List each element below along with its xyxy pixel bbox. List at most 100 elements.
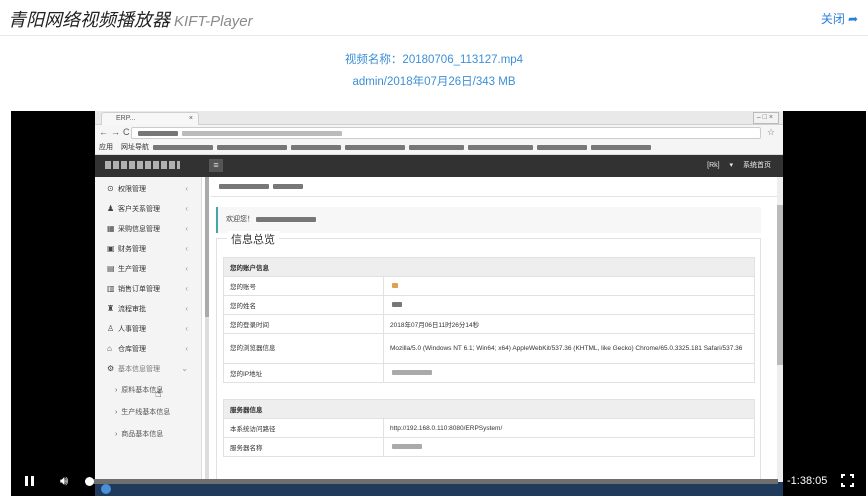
table-row: 您的浏览器信息 Mozilla/5.0 (Windows NT 6.1; Win6… — [223, 333, 755, 364]
progress-bar[interactable] — [89, 479, 778, 484]
star-icon: ☆ — [766, 127, 775, 137]
sidebar-item: ⌂ 仓库管理 ‹ — [95, 339, 202, 359]
sidebar-scrollbar — [205, 177, 209, 496]
browser-tab-label: ERP... — [116, 115, 136, 122]
chevron-left-icon: ‹ — [185, 224, 188, 233]
table-row: 本系统访问路径 http://192.168.0.110:8080/ERPSyst… — [223, 418, 755, 438]
table-row: 您的IP地址 — [223, 363, 755, 383]
breadcrumb — [211, 177, 781, 197]
sidebar-item-label: 采购信息管理 — [117, 226, 160, 233]
sidebar-item: ⚙ 基本信息管理 ⌄ — [95, 359, 202, 379]
bookmarks-bar: 应用 网址导航 — [95, 141, 783, 155]
browser-tab: ERP... × — [101, 112, 199, 125]
cell-value — [383, 437, 755, 457]
chevron-down-icon: ⌄ — [181, 364, 188, 373]
sidebar-item: ♙ 人事管理 ‹ — [95, 319, 202, 339]
sidebar-scroll-thumb — [205, 177, 209, 317]
page-scrollbar — [777, 177, 783, 496]
window-controls: –□× — [752, 112, 779, 124]
share-arrow-icon: ➦ — [847, 12, 858, 26]
chevron-left-icon: ‹ — [185, 204, 188, 213]
cell-key: 您的姓名 — [223, 295, 384, 315]
video-details: admin/2018年07月26日/343 MB — [352, 76, 516, 88]
table-row: 您的账号 — [223, 276, 755, 296]
flow-icon: ♜ — [107, 304, 115, 313]
video-player[interactable]: ERP... × –□× ←→C ☆ 应用 网址导航 ≡ [Rk] ▾ 系统首页 … — [11, 111, 866, 496]
sidebar-item-label: 权限管理 — [117, 186, 146, 193]
bookmark-nav: 网址导航 — [120, 144, 149, 151]
cell-key: 本系统访问路径 — [223, 418, 384, 438]
menu-toggle-icon: ≡ — [209, 159, 223, 172]
cell-key: 您的登录时间 — [223, 314, 384, 334]
chevron-left-icon: ‹ — [185, 324, 188, 333]
sidebar-item: ♟ 客户关系管理 ‹ — [95, 199, 202, 219]
cell-value: 2018年07月06日11时26分14秒 — [383, 314, 755, 334]
title-main: 青阳网络视频播放器 — [8, 10, 170, 30]
sidebar-item: ▤ 生产管理 ‹ — [95, 259, 202, 279]
browser-nav-icons: ←→C — [99, 127, 133, 137]
title-sub: KIFT-Player — [174, 13, 253, 30]
fullscreen-icon[interactable] — [841, 474, 854, 487]
table-header-row: 您的账户信息 — [223, 257, 755, 277]
cell-key: 您的IP地址 — [223, 363, 384, 383]
overview-section: 信息总览 您的账户信息 您的账号 您的姓名 您的登录时间 2018年07月06日1… — [216, 231, 761, 496]
gear-icon: ⚙ — [107, 364, 115, 373]
chevron-left-icon: ‹ — [185, 244, 188, 253]
warehouse-icon: ⌂ — [107, 344, 112, 353]
server-header: 服务器信息 — [223, 399, 755, 419]
chevron-left-icon: ‹ — [185, 184, 188, 193]
cell-key: 服务器名称 — [223, 437, 384, 457]
account-header: 您的账户信息 — [223, 257, 755, 277]
sidebar-item-label: 人事管理 — [117, 326, 146, 333]
factory-icon: ▤ — [107, 264, 115, 273]
player-controls: 🔊︎ -1:38:05 — [11, 466, 866, 496]
progress-knob[interactable] — [85, 477, 94, 486]
sidebar-item-label: 财务管理 — [117, 246, 146, 253]
video-frame[interactable]: ERP... × –□× ←→C ☆ 应用 网址导航 ≡ [Rk] ▾ 系统首页 … — [95, 111, 783, 496]
chevron-left-icon: ‹ — [185, 344, 188, 353]
cell-value: http://192.168.0.110:8080/ERPSystem/ — [383, 418, 755, 438]
close-button[interactable]: 关闭 ➦ — [821, 10, 858, 27]
app-topbar: ≡ [Rk] ▾ 系统首页 — [95, 155, 783, 177]
topbar-right: [Rk] ▾ 系统首页 — [707, 162, 771, 169]
sidebar-item: ▦ 采购信息管理 ‹ — [95, 219, 202, 239]
cell-key: 您的账号 — [223, 276, 384, 296]
sidebar-item: ▣ 财务管理 ‹ — [95, 239, 202, 259]
player-title: 青阳网络视频播放器 KIFT-Player — [8, 6, 253, 32]
chevron-left-icon: ‹ — [185, 304, 188, 313]
table-row: 服务器名称 — [223, 437, 755, 457]
page-scroll-thumb — [777, 205, 783, 365]
volume-icon[interactable]: 🔊︎ — [60, 473, 68, 489]
welcome-text: 欢迎您！ — [226, 216, 254, 223]
sidebar-item-label: 生产管理 — [117, 266, 146, 273]
sidebar-item-label: 基本信息管理 — [117, 366, 160, 373]
chevron-left-icon: ‹ — [185, 284, 188, 293]
app-logo — [105, 161, 180, 169]
shield-icon: ⊙ — [107, 184, 114, 193]
app-sidebar: ⊙ 权限管理 ‹ ♟ 客户关系管理 ‹ ▦ 采购信息管理 ‹ ▣ 财务管理 ‹ ▤ 生产… — [95, 177, 202, 496]
page-header: 青阳网络视频播放器 KIFT-Player 关闭 ➦ — [0, 0, 868, 36]
sidebar-subitem: › 商品基本信息 — [115, 431, 164, 438]
cell-value — [383, 276, 755, 296]
close-label: 关闭 — [820, 12, 845, 26]
table-row: 您的姓名 — [223, 295, 755, 315]
cell-key: 您的浏览器信息 — [223, 333, 384, 364]
chevron-left-icon: ‹ — [185, 264, 188, 273]
video-name: 视频名称：20180706_113127.mp4 — [344, 54, 524, 66]
pause-icon[interactable] — [25, 476, 34, 486]
time-remaining: -1:38:05 — [787, 475, 828, 487]
browser-tabbar: ERP... × –□× — [95, 111, 783, 125]
grid-icon: ▦ — [107, 224, 115, 233]
mouse-cursor-icon: ☝ — [155, 388, 162, 400]
welcome-banner: 欢迎您！ — [216, 207, 761, 233]
browser-addressbar: ←→C ☆ — [95, 125, 783, 141]
sidebar-item-label: 客户关系管理 — [117, 206, 160, 213]
cell-value — [383, 295, 755, 315]
account-table: 您的账户信息 您的账号 您的姓名 您的登录时间 2018年07月06日11时26分… — [223, 257, 755, 383]
server-table: 服务器信息 本系统访问路径 http://192.168.0.110:8080/E… — [223, 399, 755, 457]
sidebar-item: ♜ 流程审批 ‹ — [95, 299, 202, 319]
table-header-row: 服务器信息 — [223, 399, 755, 419]
tab-close-icon: × — [188, 115, 193, 122]
cell-value — [383, 363, 755, 383]
bookmark-apps: 应用 — [99, 144, 113, 151]
